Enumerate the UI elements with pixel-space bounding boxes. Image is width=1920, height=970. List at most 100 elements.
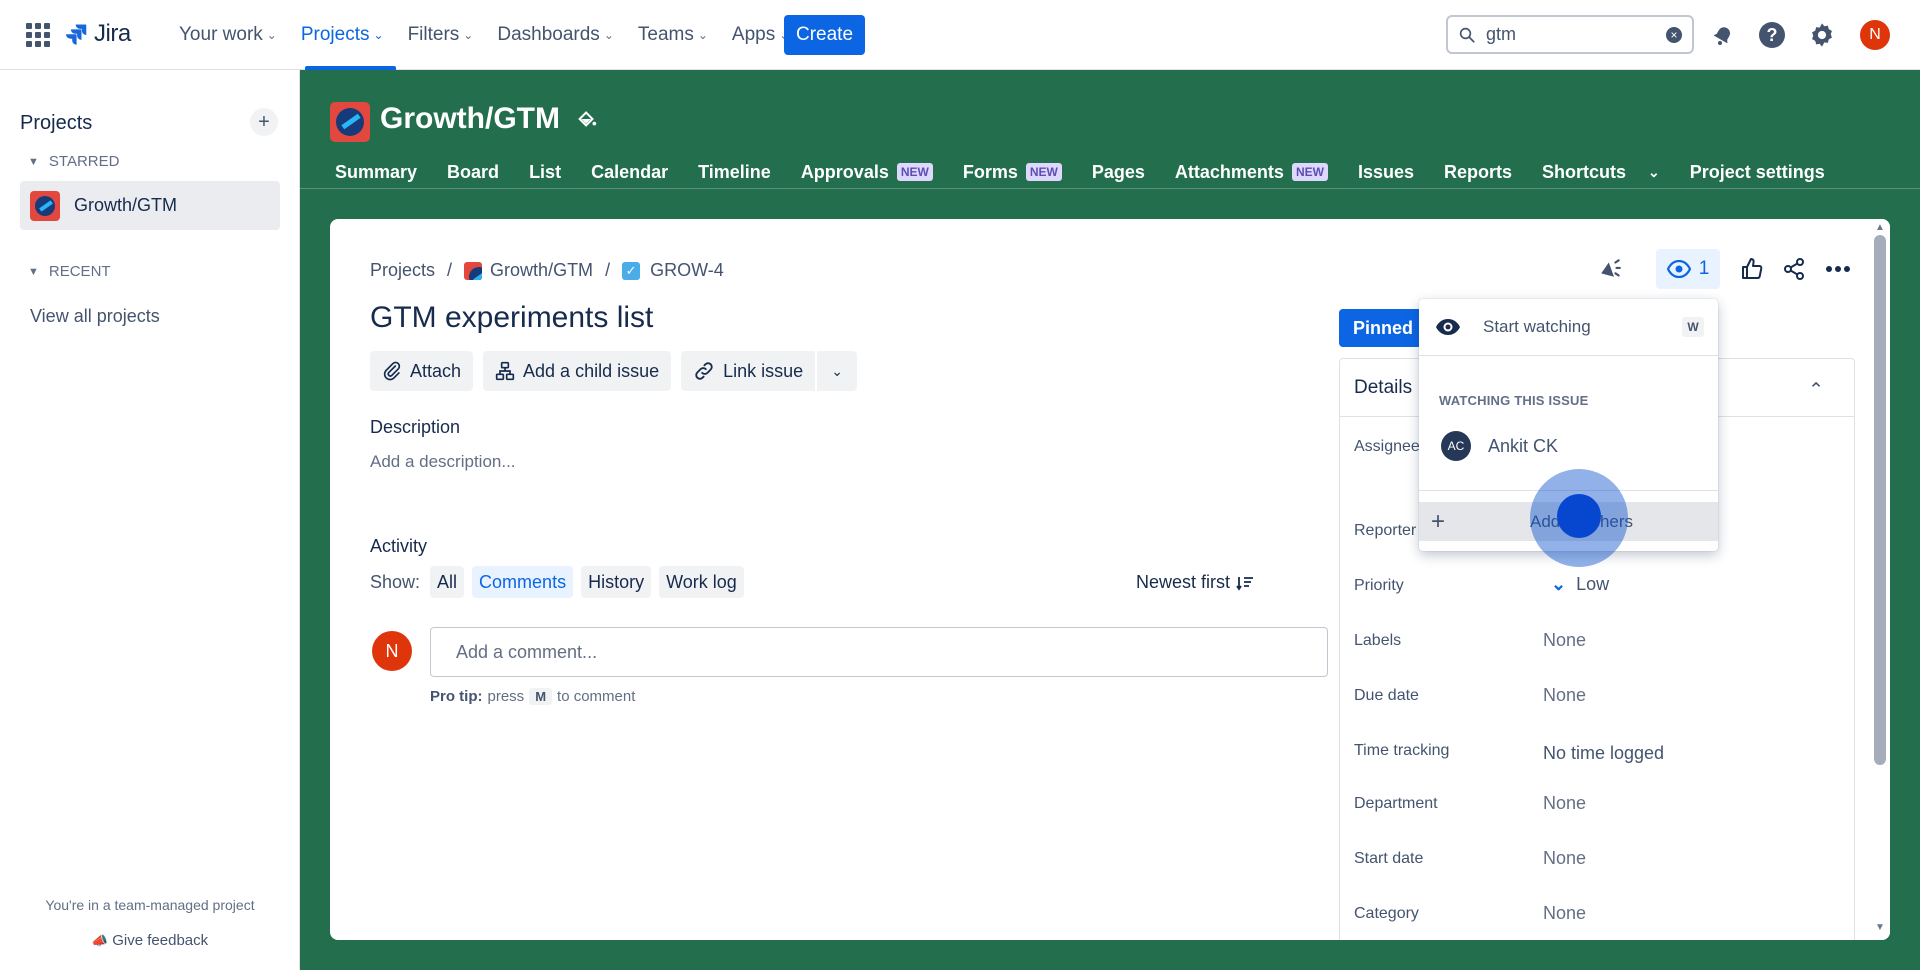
tab-pages[interactable]: Pages xyxy=(1092,162,1145,183)
filter-all[interactable]: All xyxy=(430,566,465,598)
field-time-tracking-value[interactable]: No time logged xyxy=(1543,743,1664,764)
announcement-megaphone-icon[interactable] xyxy=(1596,255,1624,283)
project-title: Growth/GTM xyxy=(380,102,560,135)
add-child-issue-button[interactable]: Add a child issue xyxy=(483,351,672,391)
tab-attachments[interactable]: Attachments NEW xyxy=(1175,162,1328,183)
breadcrumb-project[interactable]: Growth/GTM xyxy=(490,260,593,281)
shortcut-key: W xyxy=(1682,317,1704,337)
add-child-label: Add a child issue xyxy=(523,360,660,381)
watch-count: 1 xyxy=(1698,258,1710,279)
filter-work-log[interactable]: Work log xyxy=(659,566,744,598)
breadcrumb-projects[interactable]: Projects xyxy=(370,260,435,281)
link-issue-button[interactable]: Link issue xyxy=(681,351,818,391)
filter-history[interactable]: History xyxy=(581,566,652,598)
jira-logo[interactable]: Jira xyxy=(64,20,131,48)
new-badge: NEW xyxy=(896,163,933,181)
start-watching-item[interactable]: Start watching W xyxy=(1419,299,1718,356)
help-icon[interactable]: ? xyxy=(1758,21,1786,49)
recent-section-toggle[interactable]: ▼ RECENT xyxy=(28,263,111,280)
watcher-avatar: AC xyxy=(1441,431,1471,461)
description-label: Description xyxy=(370,417,461,437)
breadcrumb: Projects / Growth/GTM / ✓ GROW-4 xyxy=(370,260,724,281)
tab-forms[interactable]: Forms NEW xyxy=(963,162,1062,183)
view-all-projects-link[interactable]: View all projects xyxy=(30,306,160,327)
comment-input[interactable]: Add a comment... xyxy=(430,627,1328,677)
sidebar-item-growth-gtm[interactable]: Growth/GTM xyxy=(20,181,280,230)
thumbs-up-icon[interactable] xyxy=(1738,255,1766,283)
tab-shortcuts[interactable]: Shortcuts ⌄ xyxy=(1542,162,1660,183)
field-department-value[interactable]: None xyxy=(1543,793,1586,814)
panel-scrollbar[interactable]: ▲ ▼ xyxy=(1870,219,1890,940)
field-due-date-value[interactable]: None xyxy=(1543,685,1586,706)
tab-list[interactable]: List xyxy=(529,162,561,183)
eye-icon xyxy=(1436,319,1460,335)
nav-your-work[interactable]: Your work ⌄ xyxy=(167,0,289,70)
tab-reports[interactable]: Reports xyxy=(1444,162,1512,183)
tab-timeline[interactable]: Timeline xyxy=(698,162,771,183)
tab-calendar[interactable]: Calendar xyxy=(591,162,668,183)
tab-label: Calendar xyxy=(591,161,669,182)
hierarchy-icon xyxy=(495,361,515,381)
new-badge: NEW xyxy=(1291,163,1328,181)
scroll-down-arrow-icon[interactable]: ▼ xyxy=(1874,922,1886,933)
issue-title[interactable]: GTM experiments list xyxy=(370,301,653,335)
user-avatar[interactable]: N xyxy=(1860,20,1890,50)
scrollbar-thumb[interactable] xyxy=(1874,235,1886,765)
tab-label: Board xyxy=(447,161,500,182)
nav-label: Your work xyxy=(179,24,263,45)
field-start-date-label: Start date xyxy=(1354,850,1424,867)
field-start-date-value[interactable]: None xyxy=(1543,848,1586,869)
attach-label: Attach xyxy=(410,360,462,381)
activity-label: Activity xyxy=(370,536,428,556)
task-checkbox-icon: ✓ xyxy=(622,261,641,280)
search-icon xyxy=(1459,27,1475,43)
nav-dashboards[interactable]: Dashboards ⌄ xyxy=(485,0,626,70)
search-value: gtm xyxy=(1486,24,1517,44)
sidebar: Projects + ▼ STARRED Growth/GTM ▼ RECENT… xyxy=(0,70,300,970)
scroll-up-arrow-icon[interactable]: ▲ xyxy=(1874,222,1886,233)
search-input[interactable]: gtm × xyxy=(1446,15,1694,54)
description-field[interactable]: Add a description... xyxy=(370,452,516,472)
watcher-name: Ankit CK xyxy=(1488,435,1559,456)
watcher-item[interactable]: AC Ankit CK xyxy=(1441,431,1558,461)
sidebar-title: Projects xyxy=(20,112,93,134)
nav-teams[interactable]: Teams ⌄ xyxy=(626,0,720,70)
notifications-icon[interactable] xyxy=(1709,21,1737,49)
nav-projects[interactable]: Projects ⌄ xyxy=(289,0,396,70)
more-actions-dropdown[interactable]: ⌄ xyxy=(817,351,858,391)
nav-filters[interactable]: Filters ⌄ xyxy=(396,0,486,70)
sort-order-button[interactable]: Newest first xyxy=(1136,572,1254,593)
tab-board[interactable]: Board xyxy=(447,162,499,183)
share-icon[interactable] xyxy=(1780,255,1808,283)
field-labels-value[interactable]: None xyxy=(1543,630,1586,651)
start-watching-label: Start watching xyxy=(1483,317,1591,336)
filter-comments[interactable]: Comments xyxy=(472,566,574,598)
add-project-button[interactable]: + xyxy=(250,108,278,136)
watch-button[interactable]: 1 xyxy=(1656,249,1720,289)
app-switcher-icon[interactable] xyxy=(26,23,50,47)
field-priority-label: Priority xyxy=(1354,577,1404,594)
tab-project-settings[interactable]: Project settings xyxy=(1690,162,1825,183)
issue-actions: Attach Add a child issue Link issue ⌄ xyxy=(370,351,858,391)
tab-approvals[interactable]: Approvals NEW xyxy=(801,162,933,183)
more-options-icon[interactable] xyxy=(1824,255,1852,283)
link-icon xyxy=(695,362,713,380)
field-category-value[interactable]: None xyxy=(1543,903,1586,924)
activity-filters: Show: All Comments History Work log xyxy=(370,566,744,598)
click-indicator-dot xyxy=(1557,494,1601,538)
create-button[interactable]: Create xyxy=(784,15,865,55)
tab-issues[interactable]: Issues xyxy=(1358,162,1414,183)
pinned-fields-button[interactable]: Pinned xyxy=(1339,309,1424,347)
tab-summary[interactable]: Summary xyxy=(335,162,417,183)
field-priority-value[interactable]: ⌄ Low xyxy=(1551,574,1609,595)
attach-button[interactable]: Attach xyxy=(370,351,474,391)
settings-gear-icon[interactable] xyxy=(1808,21,1836,49)
starred-section-toggle[interactable]: ▼ STARRED xyxy=(28,153,119,170)
give-feedback-link[interactable]: 📣 Give feedback xyxy=(0,932,300,949)
sort-label: Newest first xyxy=(1136,572,1231,592)
tab-label: Shortcuts xyxy=(1542,161,1627,182)
field-time-tracking-label: Time tracking xyxy=(1354,742,1450,759)
breadcrumb-issue-key[interactable]: GROW-4 xyxy=(650,260,724,281)
paint-bucket-icon[interactable] xyxy=(576,108,598,135)
clear-search-icon[interactable]: × xyxy=(1666,26,1682,43)
